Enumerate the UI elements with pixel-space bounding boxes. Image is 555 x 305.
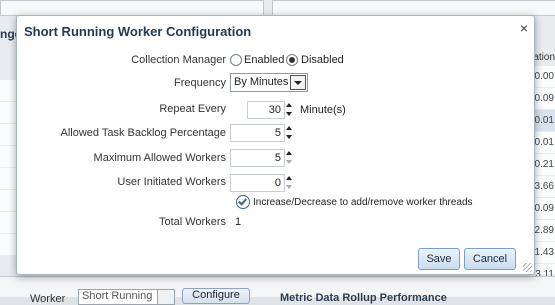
decrement-arrow-icon[interactable] [286, 112, 292, 116]
total-workers-value: 1 [235, 216, 242, 228]
bg-bottom-right-title: Metric Data Rollup Performance [280, 292, 447, 304]
radio-enabled-label: Enabled [244, 54, 285, 66]
max-workers-spinner[interactable] [286, 149, 295, 167]
frequency-select-value: By Minutes [234, 76, 289, 88]
decrement-arrow-icon[interactable] [286, 135, 292, 139]
repeat-every-spinner[interactable] [286, 101, 295, 119]
backlog-percentage-value: 5 [274, 127, 281, 139]
increment-arrow-icon[interactable] [286, 126, 292, 130]
resize-grip-icon[interactable] [523, 263, 532, 272]
max-workers-input[interactable]: 5 [230, 149, 285, 167]
backlog-percentage-input[interactable]: 5 [230, 124, 285, 142]
user-initiated-input[interactable]: 0 [230, 174, 285, 192]
collection-manager-label: Collection Manager [131, 54, 226, 66]
radio-enabled[interactable] [230, 54, 242, 66]
close-icon[interactable]: × [520, 21, 528, 35]
worker-config-dialog: Short Running Worker Configuration × Col… [16, 15, 535, 275]
repeat-every-value: 30 [268, 104, 281, 116]
user-initiated-value: 0 [274, 177, 281, 189]
decrement-arrow-icon[interactable] [286, 185, 292, 189]
cancel-button[interactable]: Cancel [464, 248, 516, 270]
bg-worker-select[interactable]: Short Running [78, 289, 175, 305]
max-workers-value: 5 [274, 152, 281, 164]
chevron-down-icon [290, 75, 306, 90]
repeat-every-input[interactable]: 30 [247, 101, 285, 119]
frequency-select[interactable]: By Minutes [230, 73, 308, 92]
bg-worker-label: Worker [30, 293, 66, 305]
increment-arrow-icon[interactable] [286, 151, 292, 155]
backlog-percentage-spinner[interactable] [286, 124, 295, 142]
user-initiated-spinner[interactable] [286, 174, 295, 192]
backlog-percentage-label: Allowed Task Backlog Percentage [60, 127, 226, 139]
radio-disabled[interactable] [286, 54, 298, 66]
increment-arrow-icon[interactable] [286, 103, 292, 107]
bg-worker-select-value: Short Running [82, 290, 153, 302]
worker-threads-hint: Increase/Decrease to add/remove worker t… [253, 197, 473, 208]
max-workers-label: Maximum Allowed Workers [93, 152, 226, 164]
chevron-down-icon [157, 290, 174, 304]
repeat-every-label: Repeat Every [159, 103, 226, 115]
bg-top-left-panel [0, 0, 264, 16]
frequency-label: Frequency [174, 77, 226, 89]
increment-arrow-icon[interactable] [286, 176, 292, 180]
save-button[interactable]: Save [418, 248, 460, 270]
user-initiated-label: User Initiated Workers [117, 176, 226, 188]
decrement-arrow-icon[interactable] [286, 160, 292, 164]
repeat-every-unit: Minute(s) [300, 104, 346, 116]
bg-configure-button[interactable]: Configure [182, 288, 250, 304]
bg-top-right-panel [272, 0, 555, 16]
check-info-icon [236, 195, 250, 209]
radio-disabled-label: Disabled [301, 54, 344, 66]
dialog-title: Short Running Worker Configuration [24, 24, 252, 39]
total-workers-label: Total Workers [158, 216, 226, 228]
